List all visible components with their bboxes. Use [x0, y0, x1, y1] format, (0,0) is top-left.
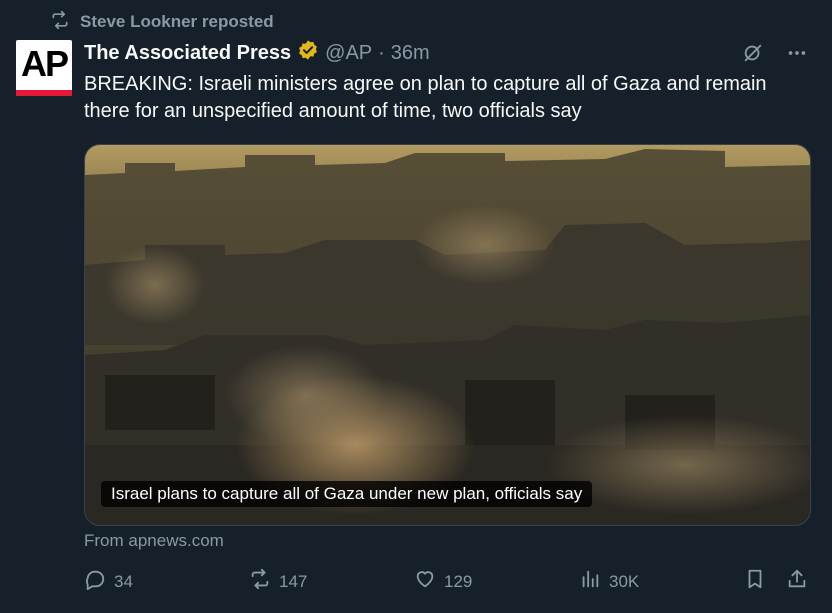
separator-dot: · [378, 41, 385, 64]
views-button[interactable]: 30K [579, 568, 639, 595]
tweet-top-actions [742, 42, 808, 69]
author-handle[interactable]: @AP [325, 42, 372, 65]
reply-button[interactable]: 34 [84, 568, 133, 595]
views-chart-icon [579, 568, 601, 595]
card-source[interactable]: From apnews.com [84, 531, 224, 551]
verified-badge-icon[interactable] [297, 39, 319, 67]
reply-icon [84, 568, 106, 595]
heart-icon [414, 568, 436, 595]
grok-icon[interactable] [742, 42, 764, 69]
tweet-text: BREAKING: Israeli ministers agree on pla… [84, 73, 767, 122]
repost-label: Steve Lookner reposted [80, 12, 274, 31]
avatar-logo-bar [16, 90, 72, 96]
avatar-logo-text: AP [20, 43, 69, 84]
avatar[interactable]: AP [16, 40, 72, 96]
card-title: Israel plans to capture all of Gaza unde… [101, 481, 593, 507]
author-name[interactable]: The Associated Press [84, 42, 291, 65]
tweet-header: The Associated Press @AP · 36m [84, 40, 430, 66]
like-button[interactable]: 129 [414, 568, 472, 595]
like-count: 129 [444, 571, 473, 591]
repost-indicator[interactable]: Steve Lookner reposted [50, 10, 274, 34]
views-count: 30K [609, 571, 640, 591]
link-card-media[interactable]: Israel plans to capture all of Gaza unde… [84, 144, 811, 526]
bookmark-icon [744, 568, 766, 595]
more-options-icon[interactable] [786, 42, 808, 69]
repost-button[interactable]: 147 [249, 568, 307, 595]
repost-count: 147 [279, 571, 308, 591]
share-icon [786, 568, 808, 595]
retweet-icon [249, 568, 271, 595]
news-photo [85, 145, 810, 525]
tweet-actions: 34 147 129 30K [84, 568, 814, 598]
reply-count: 34 [114, 571, 133, 591]
repost-icon [50, 10, 70, 35]
timestamp[interactable]: 36m [391, 42, 430, 65]
bookmark-button[interactable] [744, 568, 766, 595]
share-button[interactable] [786, 568, 808, 595]
